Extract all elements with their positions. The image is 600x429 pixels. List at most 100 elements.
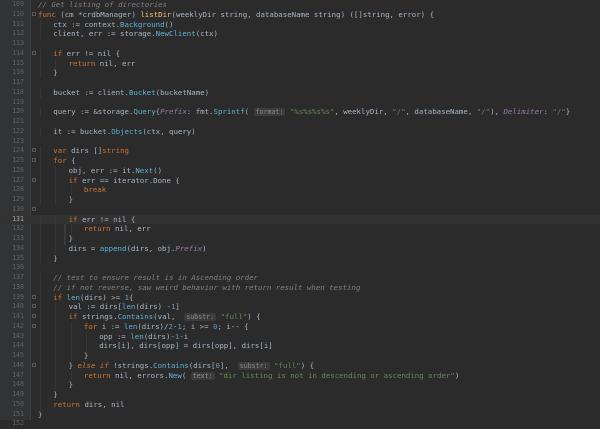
code-line[interactable]: 144 dirs[i], dirs[opp] = dirs[opp], dirs[… — [0, 341, 600, 351]
fold-marker-icon[interactable] — [32, 314, 36, 318]
code-token: "full" — [220, 312, 248, 321]
code-line[interactable]: 137 // test to ensure result is in Ascend… — [0, 273, 600, 283]
code-line[interactable]: 125 for { — [0, 156, 600, 166]
code-line[interactable]: 151} — [0, 410, 600, 420]
code-text[interactable]: func (cm *crdbManager) listDir(weeklyDir… — [38, 10, 434, 20]
code-text[interactable]: } — [69, 195, 73, 205]
code-text[interactable]: return nil, err — [69, 59, 136, 69]
code-token: for — [83, 321, 102, 331]
code-text[interactable]: } — [53, 254, 57, 264]
code-text[interactable]: return nil, err — [84, 224, 151, 234]
code-line[interactable]: 124 var dirs []string — [0, 146, 600, 156]
code-line[interactable]: 139 if len(dirs) >= 1{ — [0, 292, 600, 303]
code-line[interactable]: 120 query := &storage.Query{Prefix: fmt.S… — [0, 107, 600, 117]
code-editor[interactable]: 109 // Get listing of directories 110 func … — [0, 0, 600, 427]
line-number: 128 — [12, 185, 24, 194]
code-text[interactable]: ctx := context.Background() — [53, 20, 173, 30]
code-text[interactable]: if err == iterator.Done { — [69, 176, 180, 186]
code-text[interactable]: opp := len(dirs)-1-i — [99, 332, 188, 342]
code-line[interactable]: 136 — [0, 263, 600, 273]
code-text[interactable]: client, err := storage.NewClient(ctx) — [53, 29, 218, 39]
code-line[interactable]: 133} — [0, 234, 600, 244]
code-line[interactable]: 130 — [0, 205, 600, 215]
code-text[interactable]: var dirs []string — [53, 146, 129, 156]
code-text[interactable]: val := dirs[len(dirs) -1] — [69, 302, 180, 312]
fold-marker-icon[interactable] — [32, 148, 36, 153]
code-text[interactable]: it := bucket.Objects(ctx, query) — [53, 127, 195, 137]
fold-marker-icon[interactable] — [32, 206, 36, 211]
code-text[interactable]: dirs = append(dirs, obj.Prefix) — [69, 244, 207, 254]
code-line[interactable]: 152 — [0, 419, 600, 429]
fold-marker-icon[interactable] — [32, 11, 36, 16]
code-line[interactable]: 132 return nil, err — [0, 224, 600, 234]
code-line[interactable]: 119 — [0, 98, 600, 108]
code-text[interactable]: // test to ensure result is in Ascending… — [53, 273, 258, 283]
code-line[interactable]: 127 if err == iterator.Done { — [0, 175, 600, 186]
code-text[interactable]: bucket := client.Bucket(bucketName) — [53, 88, 209, 98]
code-area[interactable]: 109 // Get listing of directories 110 func … — [0, 0, 600, 429]
code-text[interactable]: } — [38, 410, 42, 420]
code-line[interactable]: 117 — [0, 78, 600, 88]
code-line[interactable]: 123 — [0, 137, 600, 147]
code-line[interactable]: 110 func (cm *crdbManager) listDir(weekly… — [0, 10, 600, 20]
code-text[interactable]: // Get listing of directories — [38, 0, 167, 10]
fold-marker-icon[interactable] — [32, 362, 36, 367]
code-line[interactable]: 142 for i := len(dirs)/2-1; i >= 0; i-- { — [0, 321, 600, 332]
code-line[interactable]: 141 if strings.Contains(val, substr: "ful… — [0, 312, 600, 322]
code-line[interactable]: 112 client, err := storage.NewClient(ctx) — [0, 29, 600, 39]
code-text[interactable]: } — [69, 380, 73, 390]
code-text[interactable]: if err != nil { — [69, 215, 136, 225]
code-text[interactable]: for i := len(dirs)/2-1; i >= 0; i-- { — [84, 322, 249, 332]
code-text[interactable]: } — [69, 234, 73, 244]
code-line[interactable]: 128 break — [0, 185, 600, 195]
fold-marker-icon[interactable] — [32, 323, 36, 328]
code-text[interactable]: if err != nil { — [53, 49, 120, 59]
code-text[interactable]: } — [53, 68, 57, 78]
code-text[interactable]: // if not reverse, saw weird behavior wi… — [53, 283, 360, 293]
code-line[interactable]: 113 — [0, 39, 600, 49]
code-text[interactable]: if len(dirs) >= 1{ — [53, 293, 133, 303]
code-line[interactable]: 129} — [0, 195, 600, 205]
code-line[interactable]: 149} — [0, 390, 600, 400]
code-token: return — [83, 370, 116, 380]
indent-guide — [55, 341, 57, 351]
parameter-hint: substr: — [184, 313, 217, 321]
fold-marker-icon[interactable] — [32, 50, 36, 55]
line-number: 111 — [12, 19, 24, 28]
line-number: 121 — [12, 117, 24, 125]
code-text[interactable]: for { — [53, 156, 75, 166]
code-line[interactable]: 150 return dirs, nil — [0, 399, 600, 410]
code-line[interactable]: 147 return nil, errors.New( text: "dir li… — [0, 370, 600, 381]
code-line[interactable]: 135} — [0, 253, 600, 264]
code-line[interactable]: 126 obj, err := it.Next() — [0, 165, 600, 176]
code-line[interactable]: 111 ctx := context.Background() — [0, 19, 600, 30]
code-text[interactable]: return dirs, nil — [53, 400, 124, 410]
code-line[interactable]: 131 if err != nil { — [0, 214, 600, 225]
code-line[interactable]: 148} — [0, 380, 600, 390]
code-line[interactable]: 116} — [0, 68, 600, 78]
code-line[interactable]: 121 — [0, 117, 600, 127]
code-line[interactable]: 114 if err != nil { — [0, 48, 600, 59]
code-text[interactable]: dirs[i], dirs[opp] = dirs[opp], dirs[i] — [99, 341, 273, 351]
line-number: 147 — [12, 370, 24, 379]
code-line[interactable]: 118 bucket := client.Bucket(bucketName) — [0, 87, 600, 98]
code-line[interactable]: 134 dirs = append(dirs, obj.Prefix) — [0, 243, 600, 254]
code-text[interactable]: break — [84, 185, 106, 195]
code-line[interactable]: 140 val := dirs[len(dirs) -1] — [0, 302, 600, 312]
code-line[interactable]: 122 it := bucket.Objects(ctx, query) — [0, 126, 600, 137]
code-text[interactable]: } — [84, 351, 88, 361]
fold-marker-icon[interactable] — [32, 177, 36, 182]
code-text[interactable]: obj, err := it.Next() — [69, 166, 162, 176]
fold-marker-icon[interactable] — [32, 304, 36, 309]
code-text[interactable]: } — [53, 390, 57, 400]
code-token: if — [68, 175, 82, 185]
fold-marker-icon[interactable] — [32, 294, 36, 299]
code-line[interactable]: 145} — [0, 351, 600, 361]
code-line[interactable]: 115 return nil, err — [0, 58, 600, 69]
code-token: Bucket — [128, 87, 156, 97]
code-line[interactable]: 143 opp := len(dirs)-1-i — [0, 331, 600, 342]
code-line[interactable]: 146} else if !strings.Contains(dirs[0], … — [0, 360, 600, 371]
code-line[interactable]: 138 // if not reverse, saw weird behavior… — [0, 282, 600, 293]
code-line[interactable]: 109 // Get listing of directories — [0, 0, 600, 10]
fold-marker-icon[interactable] — [32, 158, 36, 162]
